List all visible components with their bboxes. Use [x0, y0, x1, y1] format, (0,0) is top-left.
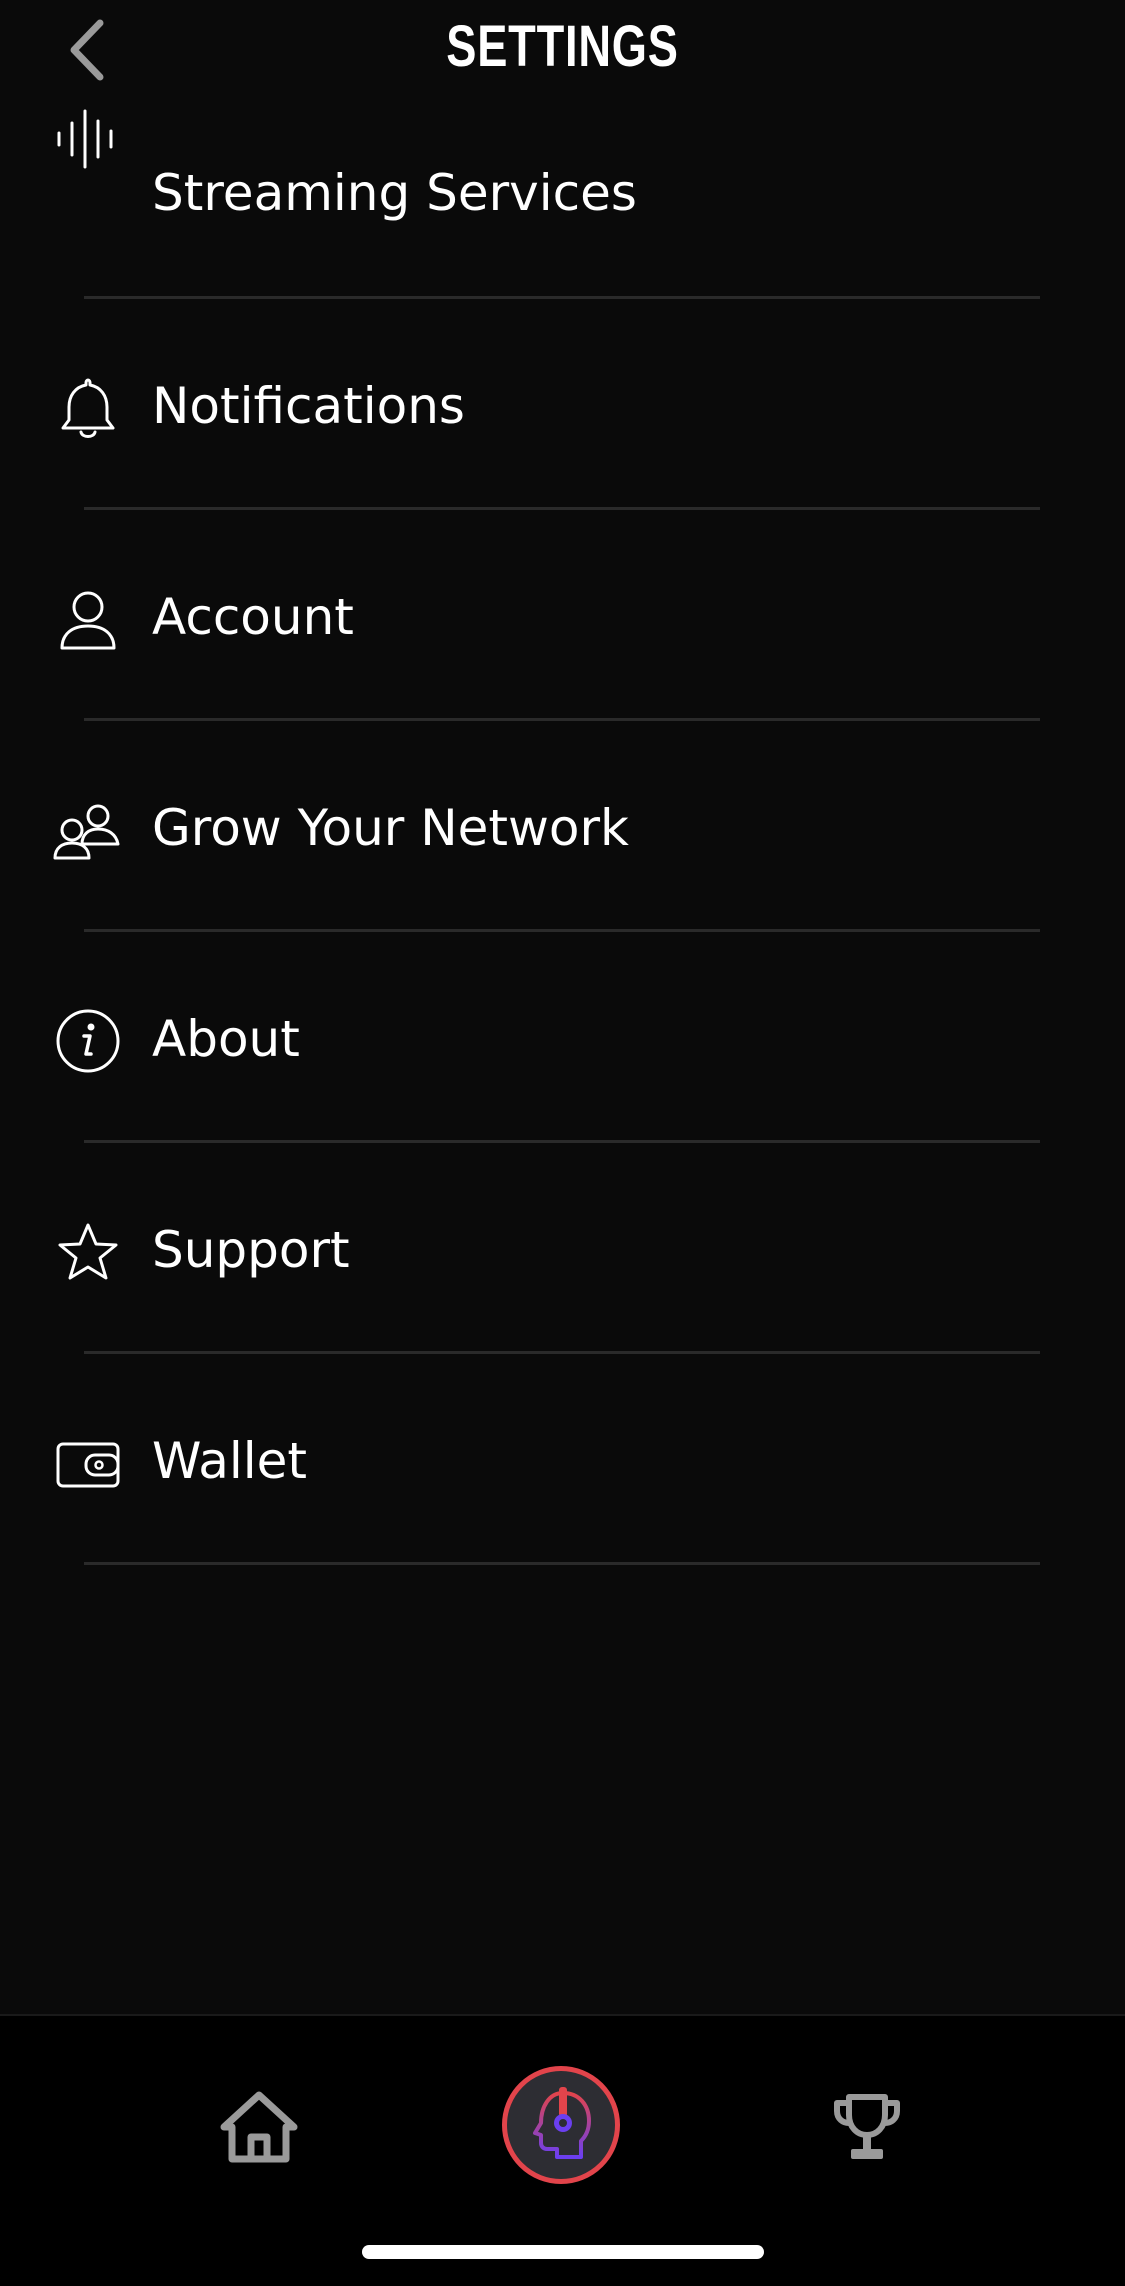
menu-item-about[interactable]: About — [0, 934, 1125, 1145]
home-indicator[interactable] — [362, 2245, 764, 2259]
head-headphones-icon — [533, 2087, 591, 2159]
divider — [84, 507, 1040, 510]
bell-icon — [54, 376, 122, 444]
person-icon — [54, 587, 122, 655]
menu-item-label: Account — [152, 588, 354, 646]
divider — [84, 1351, 1040, 1354]
home-icon — [220, 2091, 298, 2163]
menu-item-wallet[interactable]: Wallet — [0, 1356, 1125, 1567]
page-title: SETTINGS — [446, 14, 679, 79]
divider — [84, 929, 1040, 932]
menu-item-label: Streaming Services — [152, 164, 637, 222]
menu-item-label: Support — [152, 1221, 350, 1279]
nav-home-button[interactable] — [218, 2086, 300, 2168]
menu-item-grow-your-network[interactable]: Grow Your Network — [0, 723, 1125, 934]
divider — [84, 718, 1040, 721]
nav-trophy-button[interactable] — [826, 2086, 908, 2168]
nav-profile-button[interactable] — [502, 2066, 620, 2184]
sound-wave-icon — [54, 105, 122, 173]
divider — [84, 1140, 1040, 1143]
wallet-icon — [54, 1431, 122, 1499]
star-icon — [54, 1218, 122, 1286]
menu-item-label: Grow Your Network — [152, 799, 629, 857]
trophy-icon — [834, 2094, 900, 2159]
divider — [84, 296, 1040, 299]
menu-item-label: About — [152, 1010, 300, 1068]
people-icon — [52, 798, 122, 866]
menu-item-label: Wallet — [152, 1432, 308, 1490]
chevron-left-icon — [70, 19, 104, 81]
menu-item-label: Notifications — [152, 377, 465, 435]
back-button[interactable] — [56, 14, 116, 86]
menu-item-support[interactable]: Support — [0, 1145, 1125, 1356]
menu-item-account[interactable]: Account — [0, 512, 1125, 723]
menu-item-streaming-services[interactable]: Streaming Services — [0, 90, 1125, 301]
info-icon — [54, 1007, 122, 1075]
menu-item-notifications[interactable]: Notifications — [0, 301, 1125, 512]
divider — [84, 1562, 1040, 1565]
